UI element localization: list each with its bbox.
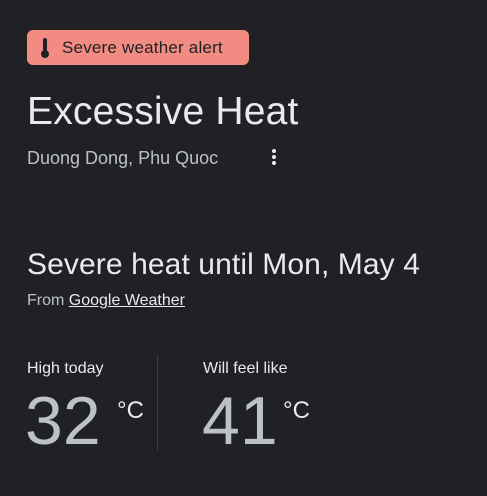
alert-headline: Severe heat until Mon, May 4 xyxy=(27,248,421,281)
stat-label-high-today: High today xyxy=(27,360,104,377)
more-options-button[interactable] xyxy=(266,145,282,169)
stat-unit-high-today: °C xyxy=(117,397,144,424)
location-text: Duong Dong, Phu Quoc xyxy=(27,147,219,168)
stat-value-high-today: 32 xyxy=(25,383,101,459)
stat-unit-feels-like: °C xyxy=(283,397,310,424)
source-prefix: From xyxy=(27,292,65,309)
location-row: Duong Dong, Phu Quoc xyxy=(27,146,218,170)
severe-weather-alert-chip: Severe weather alert xyxy=(27,30,249,65)
alert-title: Excessive Heat xyxy=(27,90,299,133)
stat-value-feels-like: 41 xyxy=(202,383,278,459)
source-line: From Google Weather xyxy=(27,292,185,310)
stats-divider xyxy=(157,356,158,450)
google-weather-link[interactable]: Google Weather xyxy=(69,292,185,309)
more-vert-icon xyxy=(272,149,276,153)
stat-label-feels-like: Will feel like xyxy=(203,360,288,377)
thermometer-icon xyxy=(41,37,49,58)
alert-label: Severe weather alert xyxy=(62,37,223,57)
